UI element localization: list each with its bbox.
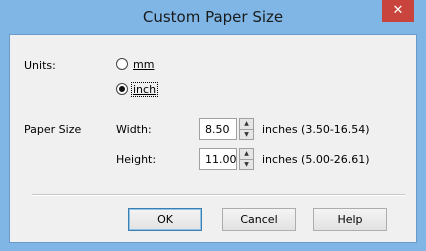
width-down-arrow-icon[interactable]: ▼ [240,128,253,140]
dialog-body: Units: mm inch Paper Size Width: ▲ ▼ inc… [9,34,417,243]
height-input[interactable] [199,148,237,170]
height-spin-buttons[interactable]: ▲ ▼ [239,148,254,170]
width-input[interactable] [199,118,237,140]
help-button[interactable]: Help [313,208,387,231]
radio-inch[interactable]: inch [116,81,159,97]
title-bar[interactable]: Custom Paper Size ✕ [0,0,426,34]
radio-inch-label[interactable]: inch [130,81,159,97]
height-down-arrow-icon[interactable]: ▼ [240,158,253,170]
width-up-arrow-icon[interactable]: ▲ [240,119,253,129]
close-button[interactable]: ✕ [382,0,414,22]
width-range-text: inches (3.50-16.54) [262,123,370,136]
height-range-text: inches (5.00-26.61) [262,153,370,166]
radio-mm-label[interactable]: mm [132,58,155,71]
paper-size-label: Paper Size [24,123,82,136]
units-label: Units: [24,59,56,72]
width-stepper[interactable]: ▲ ▼ [199,118,254,140]
ok-button[interactable]: OK [128,208,202,231]
dialog-title: Custom Paper Size [142,8,284,26]
cancel-button[interactable]: Cancel [222,208,296,231]
height-up-arrow-icon[interactable]: ▲ [240,149,253,159]
height-stepper[interactable]: ▲ ▼ [199,148,254,170]
separator [32,194,405,196]
width-label: Width: [116,123,152,136]
dialog-window: Custom Paper Size ✕ Units: mm inch Paper… [0,0,426,251]
radio-mm-indicator[interactable] [116,58,128,70]
width-spin-buttons[interactable]: ▲ ▼ [239,118,254,140]
height-label: Height: [116,153,157,166]
radio-inch-indicator[interactable] [116,83,128,95]
radio-mm[interactable]: mm [116,56,155,72]
